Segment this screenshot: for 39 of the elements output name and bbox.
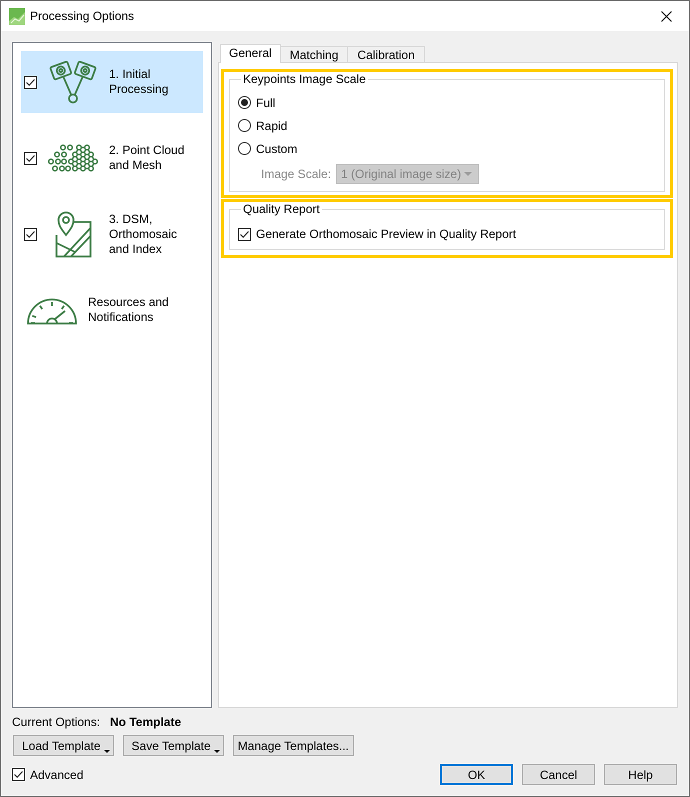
checkbox-label: Generate Orthomosaic Preview in Quality Report [256, 227, 516, 241]
radio-label: Rapid [256, 118, 288, 132]
gauge-icon [26, 296, 78, 324]
app-icon [9, 8, 25, 24]
template-button[interactable]: Save Template [122, 735, 224, 756]
dialog-button[interactable]: Help [604, 764, 677, 785]
radio-label: Custom [256, 142, 298, 156]
tab[interactable]: General [220, 44, 281, 63]
caret-icon [464, 172, 472, 176]
map-pin-icon [54, 210, 92, 258]
template-button[interactable]: Load Template [13, 735, 114, 756]
window-title: Processing Options [30, 9, 136, 23]
checkbox[interactable] [238, 228, 251, 240]
checkbox[interactable] [24, 76, 37, 88]
template-button[interactable]: Manage Templates... [232, 735, 354, 756]
close-icon [660, 10, 672, 22]
tab[interactable]: Calibration [347, 46, 425, 62]
radio-button[interactable] [238, 142, 251, 155]
radio-button[interactable] [238, 119, 251, 132]
checkbox-label: Advanced [30, 768, 84, 782]
group-title: Keypoints Image Scale [242, 72, 367, 86]
radio-label: Full [256, 96, 276, 110]
field-label: Image Scale: [261, 167, 332, 181]
sidebar-item[interactable]: 3. DSM, Orthomosaic and Index [21, 203, 203, 265]
checkbox[interactable] [12, 768, 25, 781]
dialog-button[interactable]: OK [440, 764, 513, 785]
dialog-button[interactable]: Cancel [522, 764, 595, 785]
radio-button[interactable] [238, 96, 251, 109]
tab[interactable]: Matching [280, 46, 348, 62]
checkbox[interactable] [24, 152, 37, 164]
sidebar-item[interactable]: Resources and Notifications [21, 279, 203, 341]
checkbox[interactable] [24, 228, 37, 240]
sidebar-item[interactable]: 2. Point Cloud and Mesh [21, 127, 203, 189]
sidebar-item[interactable]: 1. Initial Processing [21, 51, 203, 113]
group-title: Quality Report [242, 202, 321, 216]
current-options-value: No Template [110, 715, 182, 729]
point-cloud-mesh-icon [48, 144, 98, 172]
current-options-label: Current Options: [12, 715, 102, 729]
camera-network-icon [49, 60, 97, 104]
